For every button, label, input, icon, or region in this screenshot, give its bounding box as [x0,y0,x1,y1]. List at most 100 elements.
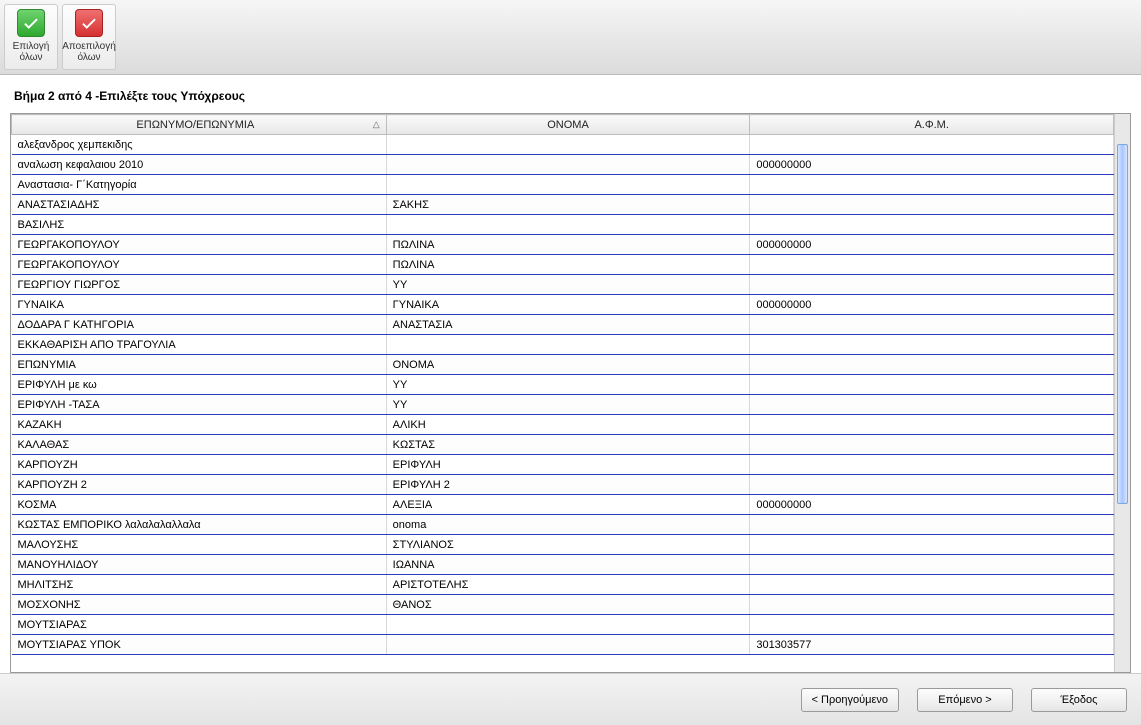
check-red-icon [75,9,103,37]
cell-afm: 000000000 [750,495,1114,515]
cell-name: ΑΝΑΣΤΑΣΙΑ [386,315,750,335]
cell-afm [750,475,1114,495]
cell-surname: ΜΟΣΧΟΝΗΣ [12,595,387,615]
cell-surname: ΜΟΥΤΣΙΑΡΑΣ ΥΠΟΚ [12,635,387,655]
cell-afm [750,535,1114,555]
table-row[interactable]: ΜΗΛΙΤΣΗΣΑΡΙΣΤΟΤΕΛΗΣ [12,575,1114,595]
col-header-name[interactable]: ΟΝΟΜΑ [386,115,750,135]
table-row[interactable]: ΓΕΩΡΓΙΟΥ ΓΙΩΡΓΟΣΥΥ [12,275,1114,295]
table-row[interactable]: ΓΕΩΡΓΑΚΟΠΟΥΛΟΥΠΩΛΙΝΑ000000000 [12,235,1114,255]
grid-wrap: ΕΠΩΝΥΜΟ/ΕΠΩΝΥΜΙΑ △ ΟΝΟΜΑ Α.Φ.Μ. αλεξανδρ… [10,113,1131,673]
cell-surname: ΓΕΩΡΓΙΟΥ ΓΙΩΡΓΟΣ [12,275,387,295]
step-title: Βήμα 2 από 4 -Επιλέξτε τους Υπόχρεους [10,83,1131,113]
cell-afm [750,275,1114,295]
cell-afm [750,395,1114,415]
cell-afm: 000000000 [750,235,1114,255]
select-all-button[interactable]: Επιλογή όλων [4,4,58,70]
cell-name: ΕΡΙΦΥΛΗ [386,455,750,475]
table-row[interactable]: ΓΥΝΑΙΚΑΓΥΝΑΙΚΑ000000000 [12,295,1114,315]
cell-surname: ΕΡΙΦΥΛΗ με κω [12,375,387,395]
cell-afm: 000000000 [750,155,1114,175]
sort-asc-icon: △ [373,119,380,130]
table-row[interactable]: ΜΟΥΤΣΙΑΡΑΣ ΥΠΟΚ 301303577 [12,635,1114,655]
cell-surname: ΓΕΩΡΓΑΚΟΠΟΥΛΟΥ [12,255,387,275]
table-row[interactable]: ΕΡΙΦΥΛΗ με κωΥΥ [12,375,1114,395]
table-row[interactable]: ΒΑΣΙΛΗΣ [12,215,1114,235]
table-row[interactable]: ΚΑΡΠΟΥΖΗΕΡΙΦΥΛΗ [12,455,1114,475]
cell-surname: Αναστασια- Γ΄Κατηγορία [12,175,387,195]
exit-button[interactable]: Έξοδος [1031,688,1127,712]
cell-afm: 301303577 [750,635,1114,655]
cell-surname: ΜΑΝΟΥΗΛΙΔΟΥ [12,555,387,575]
table-row[interactable]: ΚΟΣΜΑΑΛΕΞΙΑ000000000 [12,495,1114,515]
table-row[interactable]: ΜΑΛΟΥΣΗΣΣΤΥΛΙΑΝΟΣ [12,535,1114,555]
cell-name: ΑΛΕΞΙΑ [386,495,750,515]
cell-surname: ΚΑΡΠΟΥΖΗ [12,455,387,475]
cell-surname: ΜΟΥΤΣΙΑΡΑΣ [12,615,387,635]
cell-name: ΚΩΣΤΑΣ [386,435,750,455]
cell-name: ΑΡΙΣΤΟΤΕΛΗΣ [386,575,750,595]
cell-afm [750,335,1114,355]
cell-afm [750,575,1114,595]
cell-surname: αλεξανδρος χεμπεκιδης [12,135,387,155]
table-row[interactable]: ΚΑΡΠΟΥΖΗ 2ΕΡΙΦΥΛΗ 2 [12,475,1114,495]
table-row[interactable]: ΑΝΑΣΤΑΣΙΑΔΗΣΣΑΚΗΣ [12,195,1114,215]
footer: < Προηγούμενο Επόμενο > Έξοδος [0,673,1141,725]
toolbar: Επιλογή όλων Αποεπιλογή όλων [0,0,1141,75]
cell-name [386,215,750,235]
table-row[interactable]: ΓΕΩΡΓΑΚΟΠΟΥΛΟΥΠΩΛΙΝΑ [12,255,1114,275]
header-row: ΕΠΩΝΥΜΟ/ΕΠΩΝΥΜΙΑ △ ΟΝΟΜΑ Α.Φ.Μ. [12,115,1114,135]
col-header-surname[interactable]: ΕΠΩΝΥΜΟ/ΕΠΩΝΥΜΙΑ △ [12,115,387,135]
cell-name: ΠΩΛΙΝΑ [386,255,750,275]
table-row[interactable]: ΚΑΖΑΚΗΑΛΙΚΗ [12,415,1114,435]
cell-surname: ΓΥΝΑΙΚΑ [12,295,387,315]
cell-surname: ΚΟΣΜΑ [12,495,387,515]
cell-surname: ΓΕΩΡΓΑΚΟΠΟΥΛΟΥ [12,235,387,255]
cell-name [386,615,750,635]
cell-name [386,175,750,195]
table-row[interactable]: αναλωση κεφαλαιου 2010 000000000 [12,155,1114,175]
cell-surname: ΚΩΣΤΑΣ ΕΜΠΟΡΙΚΟ λαλαλαλαλλαλα [12,515,387,535]
data-grid: ΕΠΩΝΥΜΟ/ΕΠΩΝΥΜΙΑ △ ΟΝΟΜΑ Α.Φ.Μ. αλεξανδρ… [11,114,1114,655]
cell-name [386,635,750,655]
table-row[interactable]: Αναστασια- Γ΄Κατηγορία [12,175,1114,195]
col-header-afm[interactable]: Α.Φ.Μ. [750,115,1114,135]
table-row[interactable]: ΚΩΣΤΑΣ ΕΜΠΟΡΙΚΟ λαλαλαλαλλαλαonoma [12,515,1114,535]
table-row[interactable]: ΔΟΔΑΡΑ Γ ΚΑΤΗΓΟΡΙΑΑΝΑΣΤΑΣΙΑ [12,315,1114,335]
table-row[interactable]: ΕΡΙΦΥΛΗ -ΤΑΣΑΥΥ [12,395,1114,415]
prev-button[interactable]: < Προηγούμενο [801,688,899,712]
cell-name: ΥΥ [386,375,750,395]
table-row[interactable]: ΕΚΚΑΘΑΡΙΣΗ ΑΠΟ ΤΡΑΓΟΥΛΙΑ [12,335,1114,355]
table-row[interactable]: ΚΑΛΑΘΑΣΚΩΣΤΑΣ [12,435,1114,455]
cell-afm [750,555,1114,575]
cell-surname: ΚΑΡΠΟΥΖΗ 2 [12,475,387,495]
cell-afm [750,355,1114,375]
cell-name [386,155,750,175]
table-row[interactable]: ΜΑΝΟΥΗΛΙΔΟΥΙΩΑΝΝΑ [12,555,1114,575]
cell-afm [750,315,1114,335]
cell-name: onoma [386,515,750,535]
scrollbar-track[interactable] [1114,114,1130,672]
cell-afm [750,615,1114,635]
table-row[interactable]: αλεξανδρος χεμπεκιδης [12,135,1114,155]
next-button[interactable]: Επόμενο > [917,688,1013,712]
cell-name: ΠΩΛΙΝΑ [386,235,750,255]
cell-surname: ΔΟΔΑΡΑ Γ ΚΑΤΗΓΟΡΙΑ [12,315,387,335]
deselect-all-button[interactable]: Αποεπιλογή όλων [62,4,116,70]
table-row[interactable]: ΜΟΣΧΟΝΗΣΘΑΝΟΣ [12,595,1114,615]
cell-afm [750,595,1114,615]
cell-name: ΣΑΚΗΣ [386,195,750,215]
cell-surname: ΚΑΛΑΘΑΣ [12,435,387,455]
cell-afm [750,255,1114,275]
cell-name: ΥΥ [386,395,750,415]
cell-surname: ΚΑΖΑΚΗ [12,415,387,435]
table-row[interactable]: ΕΠΩΝΥΜΙΑΟΝΟΜΑ [12,355,1114,375]
cell-surname: ΜΗΛΙΤΣΗΣ [12,575,387,595]
table-row[interactable]: ΜΟΥΤΣΙΑΡΑΣ [12,615,1114,635]
cell-name [386,335,750,355]
grid-scroll[interactable]: ΕΠΩΝΥΜΟ/ΕΠΩΝΥΜΙΑ △ ΟΝΟΜΑ Α.Φ.Μ. αλεξανδρ… [11,114,1114,672]
scrollbar-thumb[interactable] [1117,144,1128,504]
cell-name: ΥΥ [386,275,750,295]
cell-surname: αναλωση κεφαλαιου 2010 [12,155,387,175]
cell-name: ΓΥΝΑΙΚΑ [386,295,750,315]
